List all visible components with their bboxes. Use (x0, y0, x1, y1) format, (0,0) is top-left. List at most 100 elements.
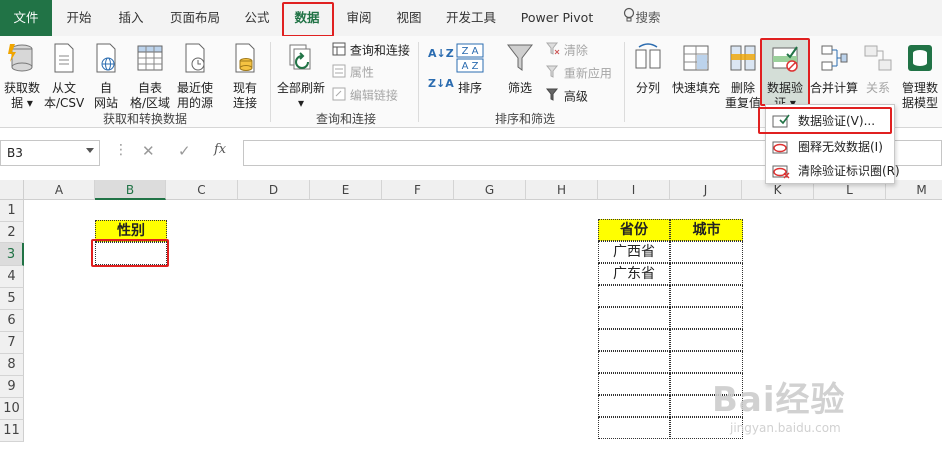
column-header[interactable]: D (238, 180, 310, 200)
remove-duplicates-icon (724, 42, 762, 78)
insert-function-button[interactable]: fx (214, 142, 226, 157)
column-header[interactable]: F (382, 180, 454, 200)
table-cell[interactable] (598, 307, 670, 329)
refresh-all-button[interactable]: 全部刷新 ▾ (274, 42, 328, 111)
group-label-get-transform: 获取和转换数据 (102, 112, 187, 126)
row-header[interactable]: 11 (0, 420, 24, 442)
queries-connections-button[interactable]: 查询和连接 (332, 42, 410, 60)
name-box-dropdown-arrow[interactable] (86, 148, 94, 153)
cell-j4[interactable] (670, 263, 743, 285)
from-text-csv-button[interactable]: 从文 本/CSV (44, 42, 84, 111)
tab-insert[interactable]: 插入 (110, 0, 152, 36)
database-icon (0, 42, 44, 78)
tab-review[interactable]: 审阅 (338, 0, 380, 36)
column-header-selected[interactable]: B (95, 180, 166, 200)
sort-icon: Z A A Z (452, 42, 488, 78)
consolidate-button[interactable]: 合并计算 (808, 42, 860, 96)
get-data-button[interactable]: 获取数 据 ▾ (0, 42, 44, 111)
row-header[interactable]: 4 (0, 266, 24, 288)
table-cell[interactable] (670, 307, 743, 329)
cell-j2-city-header[interactable]: 城市 (670, 219, 743, 241)
tab-page-layout[interactable]: 页面布局 (162, 0, 228, 36)
row-header[interactable]: 8 (0, 354, 24, 376)
table-cell[interactable] (670, 329, 743, 351)
row-header[interactable]: 10 (0, 398, 24, 420)
more-options-icon: ⋮ (114, 142, 128, 158)
sort-button[interactable]: Z A A Z 排序 (452, 42, 488, 96)
tab-home[interactable]: 开始 (58, 0, 100, 36)
table-cell[interactable] (670, 351, 743, 373)
reapply-button[interactable]: 重新应用 (545, 65, 612, 83)
from-text-label-1: 从文 (51, 81, 76, 95)
text-to-columns-button[interactable]: 分列 (630, 42, 666, 96)
tell-me-search[interactable]: 搜索 (614, 0, 670, 36)
cell-i3[interactable]: 广西省 (598, 241, 670, 263)
remove-duplicates-button[interactable]: 删除 重复值 (724, 42, 762, 111)
row-header[interactable]: 2 (0, 222, 24, 243)
column-header[interactable]: C (166, 180, 238, 200)
ribbon-separator (624, 42, 625, 122)
get-data-label-2: 据 ▾ (11, 96, 33, 110)
select-all-corner[interactable] (0, 180, 24, 200)
column-header[interactable]: E (310, 180, 382, 200)
filter-button[interactable]: 筛选 (500, 42, 540, 96)
row-header[interactable]: 5 (0, 288, 24, 310)
sort-label: 排序 (457, 81, 482, 95)
cell-i4[interactable]: 广东省 (598, 263, 670, 285)
watermark-url: jingyan.baidu.com (730, 421, 841, 435)
tab-developer[interactable]: 开发工具 (440, 0, 502, 36)
queries-icon (332, 42, 346, 60)
text-to-columns-label: 分列 (635, 81, 660, 95)
row-header[interactable]: 7 (0, 332, 24, 354)
existing-connections-button[interactable]: 现有 连接 (223, 42, 267, 111)
cell-i2-province-header[interactable]: 省份 (598, 219, 670, 241)
name-box[interactable]: B3 (0, 140, 100, 166)
advanced-filter-button[interactable]: 高级 (545, 88, 588, 106)
consolidate-icon (808, 42, 860, 78)
sort-descending-button[interactable]: Z↓A (428, 76, 454, 92)
cell-j3[interactable] (670, 241, 743, 263)
table-cell[interactable] (598, 329, 670, 351)
column-header[interactable]: H (526, 180, 598, 200)
remove-duplicates-label-2: 重复值 (724, 96, 761, 110)
manage-model-label-1: 管理数 (901, 81, 938, 95)
row-header[interactable]: 6 (0, 310, 24, 332)
row-header[interactable]: 1 (0, 200, 24, 222)
manage-data-model-button[interactable]: 管理数 据模型 (898, 42, 942, 111)
table-icon (127, 42, 173, 78)
table-cell[interactable] (598, 285, 670, 307)
sort-ascending-button[interactable]: A↓Z (428, 46, 454, 62)
from-web-button[interactable]: 自 网站 (88, 42, 124, 111)
watermark-brand: Bai经验 (712, 380, 846, 420)
flash-fill-button[interactable]: 快速填充 (668, 42, 724, 96)
table-cell[interactable] (598, 351, 670, 373)
row-header-selected[interactable]: 3 (0, 243, 24, 266)
cancel-entry-button[interactable]: ✕ (142, 142, 155, 160)
table-cell[interactable] (598, 373, 670, 395)
tab-formulas[interactable]: 公式 (236, 0, 278, 36)
menu-item-circle-invalid[interactable]: 圈释无效数据(I) (766, 135, 894, 159)
properties-button[interactable]: 属性 (332, 64, 374, 82)
row-header[interactable]: 9 (0, 376, 24, 398)
tab-view[interactable]: 视图 (388, 0, 430, 36)
confirm-entry-button[interactable]: ✓ (178, 142, 191, 160)
menu-item-clear-circles[interactable]: 清除验证标识圈(R) (766, 159, 900, 183)
table-cell[interactable] (598, 395, 670, 417)
column-header[interactable]: A (24, 180, 95, 200)
connection-icon (223, 42, 267, 78)
column-header[interactable]: G (454, 180, 526, 200)
clear-filter-icon (545, 42, 560, 60)
tab-file[interactable]: 文件 (0, 0, 52, 36)
group-label-queries: 查询和连接 (315, 112, 376, 126)
relationships-button[interactable]: 关系 (860, 42, 896, 96)
table-cell[interactable] (598, 417, 670, 439)
from-table-button[interactable]: 自表 格/区域 (127, 42, 173, 111)
table-cell[interactable] (670, 285, 743, 307)
clear-filter-button[interactable]: 清除 (545, 42, 588, 60)
column-header[interactable]: I (598, 180, 670, 200)
edit-links-button[interactable]: 编辑链接 (332, 87, 398, 105)
advanced-label: 高级 (563, 89, 588, 104)
tab-power-pivot[interactable]: Power Pivot (514, 0, 600, 36)
column-header[interactable]: J (670, 180, 742, 200)
recent-sources-button[interactable]: 最近使 用的源 (173, 42, 217, 111)
